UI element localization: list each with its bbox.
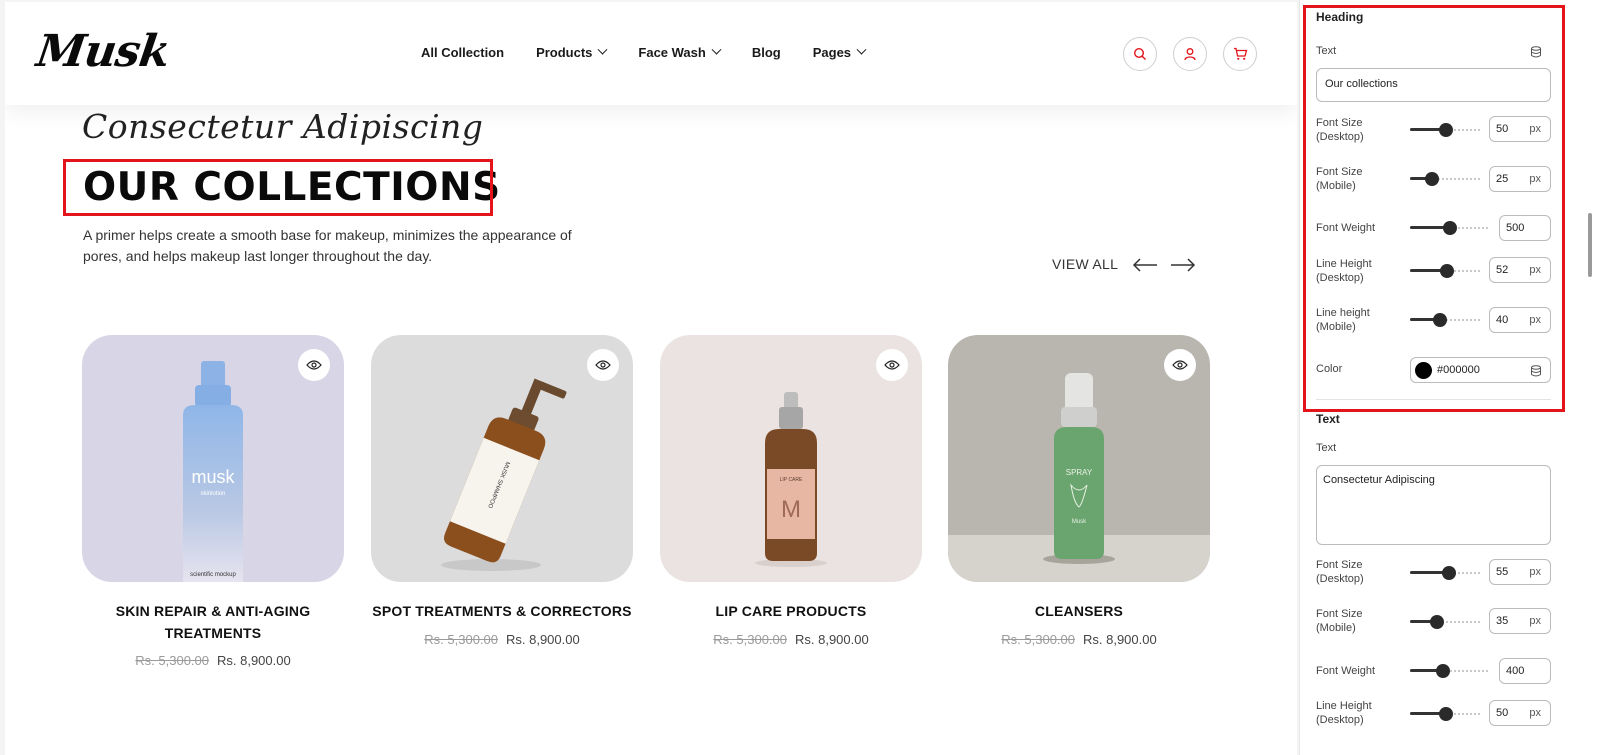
main-nav: All Collection Products Face Wash Blog P… — [421, 44, 897, 60]
text-line-height-desktop-label: Line Height (Desktop) — [1316, 700, 1372, 726]
svg-text:skinlotion: skinlotion — [200, 491, 225, 497]
chevron-down-icon — [597, 44, 608, 55]
heading-settings-highlight-box — [1303, 5, 1565, 412]
cart-icon — [1233, 47, 1247, 60]
arrow-right-icon[interactable] — [1169, 254, 1197, 276]
product-name[interactable]: SPOT TREATMENTS & CORRECTORS — [371, 600, 633, 622]
nav-item-label: Blog — [751, 45, 781, 60]
search-button[interactable] — [1123, 37, 1157, 71]
site-header: Musk All Collection Products Face Wash B… — [5, 2, 1297, 105]
product-name[interactable]: CLEANSERS — [948, 600, 1210, 622]
product-prices: Rs. 5,300.00 Rs. 8,900.00 — [948, 632, 1210, 647]
text-font-weight-label: Font Weight — [1316, 665, 1376, 677]
product-prices: Rs. 5,300.00 Rs. 8,900.00 — [82, 653, 344, 668]
eye-icon — [1172, 360, 1188, 370]
text-font-size-mobile-slider[interactable] — [1410, 615, 1482, 629]
new-price: Rs. 8,900.00 — [506, 632, 580, 647]
product-card[interactable]: SPRAY Musk — [948, 335, 1210, 582]
svg-text:scientific mockup: scientific mockup — [190, 572, 236, 578]
quick-view-button[interactable] — [298, 349, 330, 381]
text-text-label: Text — [1316, 442, 1337, 454]
nav-item-label: Face Wash — [638, 45, 706, 60]
product-card[interactable]: LIP CARE M — [660, 335, 922, 582]
text-line-height-desktop-input[interactable]: 50 px — [1489, 700, 1551, 726]
brand-logo[interactable]: Musk — [33, 26, 172, 77]
nav-item-products[interactable]: Products — [536, 44, 608, 60]
product-card[interactable]: musk skinlotion scientific mockup — [82, 335, 344, 582]
text-font-size-mobile-input[interactable]: 35 px — [1489, 608, 1551, 634]
nav-item-label: Pages — [812, 45, 852, 60]
section-script-text: Consectetur Adipiscing — [82, 107, 484, 146]
text-line-height-desktop-slider[interactable] — [1410, 707, 1482, 721]
text-font-size-mobile-label: Font Size (Mobile) — [1316, 608, 1363, 634]
heading-highlight-box — [63, 159, 493, 216]
panel-scrollbar[interactable] — [1588, 213, 1592, 277]
text-font-weight-slider[interactable] — [1410, 664, 1490, 678]
text-textarea[interactable]: Consectetur Adipiscing — [1316, 465, 1551, 545]
nav-item-label: Products — [536, 45, 593, 60]
user-icon — [1184, 48, 1196, 61]
quick-view-button[interactable] — [1164, 349, 1196, 381]
product-name[interactable]: LIP CARE PRODUCTS — [660, 600, 922, 622]
eye-icon — [884, 360, 900, 370]
new-price: Rs. 8,900.00 — [795, 632, 869, 647]
svg-text:LIP CARE: LIP CARE — [780, 477, 803, 483]
bottle-label-text: musk — [191, 467, 235, 487]
section-description: A primer helps create a smooth base for … — [83, 227, 572, 264]
quick-view-button[interactable] — [876, 349, 908, 381]
old-price: Rs. 5,300.00 — [1001, 632, 1075, 647]
eye-icon — [595, 360, 611, 370]
quick-view-button[interactable] — [587, 349, 619, 381]
text-section-title: Text — [1316, 412, 1340, 426]
product-prices: Rs. 5,300.00 Rs. 8,900.00 — [371, 632, 633, 647]
search-icon — [1133, 47, 1146, 60]
account-button[interactable] — [1173, 37, 1207, 71]
bottle-label-text: SPRAY — [1066, 468, 1093, 477]
text-font-size-desktop-slider[interactable] — [1410, 566, 1482, 580]
nav-item-label: All Collection — [421, 45, 505, 60]
header-actions — [1123, 37, 1257, 71]
view-all-link[interactable]: VIEW ALL — [1052, 256, 1118, 272]
new-price: Rs. 8,900.00 — [217, 653, 291, 668]
chevron-down-icon — [856, 44, 867, 55]
old-price: Rs. 5,300.00 — [713, 632, 787, 647]
page-root: Musk All Collection Products Face Wash B… — [0, 0, 1597, 755]
nav-item-all-collection[interactable]: All Collection — [421, 45, 504, 60]
old-price: Rs. 5,300.00 — [424, 632, 498, 647]
store-preview: Musk All Collection Products Face Wash B… — [5, 2, 1297, 755]
nav-item-face-wash[interactable]: Face Wash — [638, 44, 722, 60]
product-name[interactable]: SKIN REPAIR & ANTI-AGING TREATMENTS — [82, 600, 344, 644]
old-price: Rs. 5,300.00 — [135, 653, 209, 668]
product-prices: Rs. 5,300.00 Rs. 8,900.00 — [660, 632, 922, 647]
nav-item-blog[interactable]: Blog — [752, 45, 781, 60]
bottle-label-text: M — [781, 496, 801, 523]
cart-button[interactable] — [1223, 37, 1257, 71]
eye-icon — [306, 360, 322, 370]
new-price: Rs. 8,900.00 — [1083, 632, 1157, 647]
nav-item-pages[interactable]: Pages — [812, 44, 867, 60]
text-font-size-desktop-label: Font Size (Desktop) — [1316, 559, 1364, 585]
chevron-down-icon — [711, 44, 722, 55]
arrow-left-icon[interactable] — [1131, 254, 1159, 276]
text-font-weight-input[interactable]: 400 — [1499, 658, 1551, 684]
text-font-size-desktop-input[interactable]: 55 px — [1489, 559, 1551, 585]
product-card[interactable]: MUSK SHAMPOO — [371, 335, 633, 582]
svg-text:Musk: Musk — [1072, 519, 1087, 525]
